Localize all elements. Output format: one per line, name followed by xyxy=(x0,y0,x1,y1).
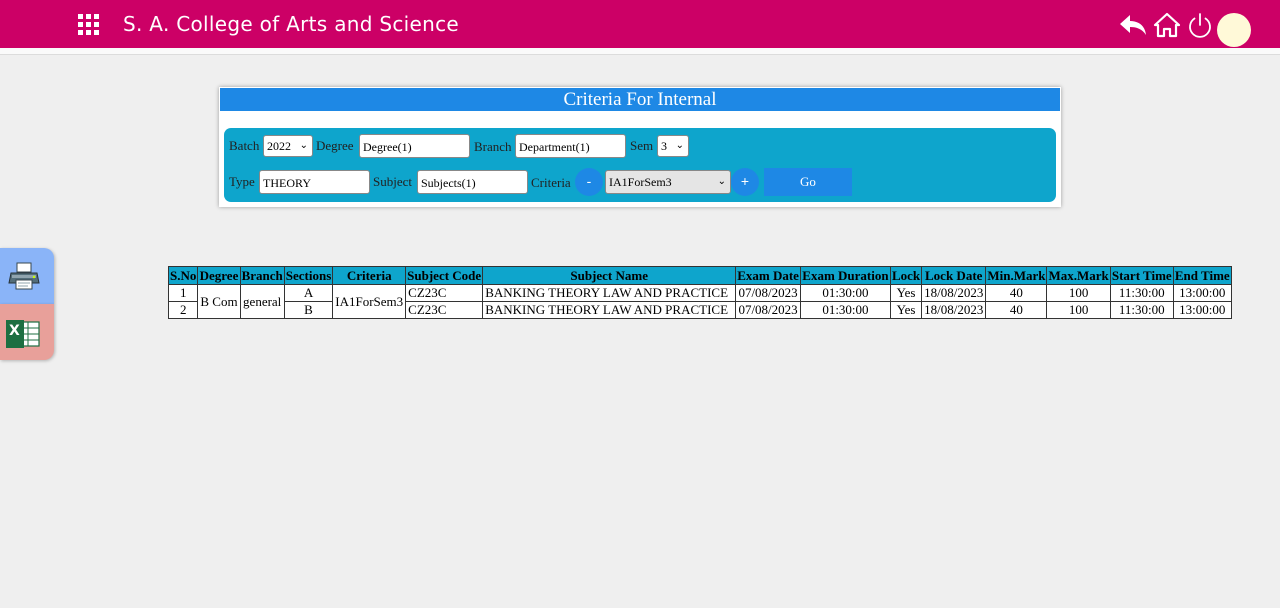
top-bar-divider xyxy=(0,48,1280,55)
cell-start-time: 11:30:00 xyxy=(1109,301,1174,319)
batch-select-value: 2022 xyxy=(267,139,291,153)
cell-subject-name: BANKING THEORY LAW AND PRACTICE xyxy=(482,301,737,319)
cell-min-mark: 40 xyxy=(985,301,1048,319)
reply-arrow-icon[interactable] xyxy=(1118,12,1148,38)
table-row: 1 B Com general A IA1ForSem3 CZ23C BANKI… xyxy=(167,284,1232,319)
cell-end-time: 13:00:00 xyxy=(1172,301,1232,319)
criteria-select-value: IA1ForSem3 xyxy=(609,175,672,189)
cell-exam-date: 07/08/2023 xyxy=(735,301,801,319)
chevron-down-icon: ⌄ xyxy=(299,140,308,151)
add-criteria-button[interactable]: + xyxy=(731,168,759,196)
table-header-row: S.No Degree Branch Sections Criteria Sub… xyxy=(167,266,1232,285)
type-field[interactable]: THEORY xyxy=(259,170,370,194)
cell-max-mark: 100 xyxy=(1046,301,1111,319)
internal-criteria-table: S.No Degree Branch Sections Criteria Sub… xyxy=(167,266,1232,319)
cell-end-time: 13:00:00 xyxy=(1172,284,1232,302)
cell-sno: 2 xyxy=(167,301,199,319)
col-exam-date: Exam Date xyxy=(735,266,801,285)
criteria-panel: Criteria For Internal Batch 2022 ⌄ Degre… xyxy=(219,87,1061,207)
cell-lock-date: 18/08/2023 xyxy=(921,301,987,319)
col-sections: Sections xyxy=(283,266,334,285)
cell-lock-date: 18/08/2023 xyxy=(921,284,987,302)
branch-field[interactable]: Department(1) xyxy=(515,134,626,158)
col-exam-duration: Exam Duration xyxy=(799,266,891,285)
degree-field[interactable]: Degree(1) xyxy=(359,134,470,158)
col-end-time: End Time xyxy=(1172,266,1232,285)
cell-section: B xyxy=(283,301,334,319)
col-degree: Degree xyxy=(197,266,241,285)
remove-criteria-button[interactable]: - xyxy=(575,168,603,196)
chevron-down-icon: ⌄ xyxy=(675,140,684,151)
table-row: 2 B CZ23C BANKING THEORY LAW AND PRACTIC… xyxy=(167,301,1232,319)
printer-icon xyxy=(8,262,40,290)
export-excel-button[interactable]: X xyxy=(0,304,54,360)
avatar[interactable] xyxy=(1217,13,1251,47)
col-sno: S.No xyxy=(167,266,199,285)
cell-lock: Yes xyxy=(889,301,923,319)
cell-branch: general xyxy=(239,284,285,319)
branch-label: Branch xyxy=(474,139,512,154)
col-min-mark: Min.Mark xyxy=(985,266,1048,285)
col-lock: Lock xyxy=(889,266,923,285)
cell-degree: B Com xyxy=(197,284,241,319)
sem-select[interactable]: 3 ⌄ xyxy=(657,135,689,157)
criteria-label: Criteria xyxy=(531,175,571,190)
col-criteria: Criteria xyxy=(332,266,407,285)
col-lock-date: Lock Date xyxy=(921,266,987,285)
col-max-mark: Max.Mark xyxy=(1046,266,1111,285)
chevron-down-icon: ⌄ xyxy=(717,176,726,187)
go-button[interactable]: Go xyxy=(764,168,852,196)
cell-subject-name: BANKING THEORY LAW AND PRACTICE xyxy=(482,284,737,302)
batch-select[interactable]: 2022 ⌄ xyxy=(263,135,313,157)
subject-field[interactable]: Subjects(1) xyxy=(417,170,528,194)
batch-label: Batch xyxy=(229,138,260,153)
print-button[interactable] xyxy=(0,248,54,304)
criteria-form: Batch 2022 ⌄ Degree Degree(1) Branch Dep… xyxy=(224,128,1056,202)
degree-label: Degree xyxy=(316,138,354,153)
col-start-time: Start Time xyxy=(1109,266,1174,285)
cell-section: A xyxy=(283,284,334,302)
cell-sno: 1 xyxy=(167,284,199,302)
app-title: S. A. College of Arts and Science xyxy=(123,12,460,36)
cell-lock: Yes xyxy=(889,284,923,302)
cell-subject-code: CZ23C xyxy=(405,284,484,302)
criteria-select[interactable]: IA1ForSem3 ⌄ xyxy=(605,170,731,194)
col-subject-code: Subject Code xyxy=(405,266,484,285)
col-branch: Branch xyxy=(239,266,285,285)
top-bar: S. A. College of Arts and Science xyxy=(0,0,1280,48)
cell-start-time: 11:30:00 xyxy=(1109,284,1174,302)
sem-label: Sem xyxy=(630,138,654,153)
panel-title: Criteria For Internal xyxy=(220,88,1060,111)
cell-subject-code: CZ23C xyxy=(405,301,484,319)
cell-min-mark: 40 xyxy=(985,284,1048,302)
power-icon[interactable] xyxy=(1186,12,1214,40)
sem-select-value: 3 xyxy=(661,139,667,153)
excel-letter: X xyxy=(9,323,20,339)
cell-exam-duration: 01:30:00 xyxy=(799,284,891,302)
cell-max-mark: 100 xyxy=(1046,284,1111,302)
cell-exam-duration: 01:30:00 xyxy=(799,301,891,319)
col-subject-name: Subject Name xyxy=(482,266,737,285)
home-icon[interactable] xyxy=(1153,12,1181,38)
cell-criteria: IA1ForSem3 xyxy=(332,284,407,319)
subject-label: Subject xyxy=(373,174,412,189)
type-label: Type xyxy=(229,174,255,189)
cell-exam-date: 07/08/2023 xyxy=(735,284,801,302)
apps-grid-icon[interactable] xyxy=(78,14,99,35)
